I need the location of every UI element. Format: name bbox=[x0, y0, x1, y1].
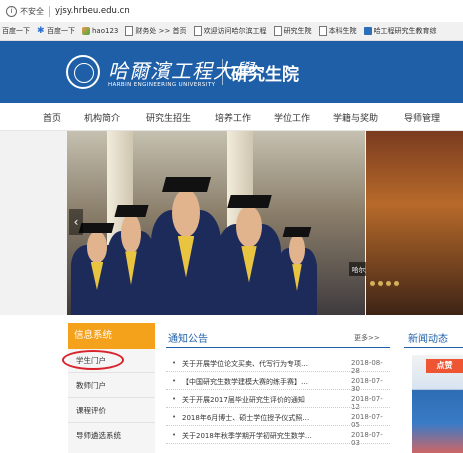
notice-row[interactable]: • 关于开展2017届毕业研究生评价的通知 2018-07-12 bbox=[166, 391, 390, 411]
address-bar[interactable]: i 不安全 yjsy.hrbeu.edu.cn bbox=[0, 0, 463, 23]
page-icon bbox=[125, 26, 134, 36]
divider bbox=[49, 5, 50, 17]
bullet: • bbox=[172, 359, 177, 367]
school-name: 研究生院 bbox=[231, 65, 299, 85]
site-header: 哈爾濱工程大學 HARBIN ENGINEERING UNIVERSITY 研究… bbox=[0, 41, 463, 103]
graduate-figure bbox=[277, 219, 317, 315]
supervisor-selection-link[interactable]: 导师遴选系统 bbox=[76, 430, 121, 441]
highlight-circle bbox=[62, 350, 124, 370]
bookmark-label: 本科生院 bbox=[328, 27, 357, 35]
divider bbox=[222, 59, 223, 85]
notice-title[interactable]: 关于2018年秋季学期开学初研究生数学… bbox=[182, 431, 340, 441]
bullet: • bbox=[172, 395, 177, 403]
hao123-icon bbox=[82, 27, 90, 35]
course-evaluation-link[interactable]: 课程评价 bbox=[76, 405, 106, 416]
url-text[interactable]: yjsy.hrbeu.edu.cn bbox=[55, 6, 130, 16]
nav-item-training[interactable]: 培养工作 bbox=[215, 111, 251, 124]
bookmark-heu-edu[interactable]: 哈工程研究生教育综 bbox=[363, 26, 437, 36]
page-icon bbox=[318, 26, 327, 36]
bookmark-label: 研究生院 bbox=[283, 27, 312, 35]
news-image-badge: 点赞 bbox=[426, 359, 463, 373]
info-icon[interactable]: i bbox=[6, 5, 17, 17]
university-emblem-icon bbox=[66, 55, 100, 89]
divider bbox=[68, 397, 155, 398]
bookmark-label: 百度一下 bbox=[2, 27, 30, 35]
nav-item-status-awards[interactable]: 学籍与奖助 bbox=[333, 111, 378, 124]
graduate-figure bbox=[107, 195, 155, 315]
baidu-paw-icon: ✱ bbox=[37, 26, 45, 36]
heu-icon bbox=[363, 27, 372, 35]
bookmark-graduate[interactable]: 研究生院 bbox=[273, 26, 312, 36]
notice-row[interactable]: • 关于开展学位论文买卖、代写行为专项… 2018-08-28 bbox=[166, 355, 390, 375]
bookmark-hao123[interactable]: hao123 bbox=[82, 27, 118, 35]
divider bbox=[68, 422, 155, 423]
bookmark-label: 哈工程研究生教育综 bbox=[373, 27, 437, 35]
bookmark-baidu-search[interactable]: 百度一下 bbox=[2, 26, 30, 36]
info-system-title: 信息系统 bbox=[68, 323, 155, 349]
notice-row[interactable]: • 2018年6月博士、硕士学位授予仪式照… 2018-07-05 bbox=[166, 409, 390, 429]
carousel-dots[interactable] bbox=[370, 281, 402, 286]
bullet: • bbox=[172, 377, 177, 385]
news-section-title: 新闻动态 bbox=[408, 334, 448, 345]
divider bbox=[404, 347, 463, 348]
bookmark-label: 欢迎访问哈尔滨工程 bbox=[203, 27, 267, 35]
bookmark-label: hao123 bbox=[92, 27, 119, 35]
university-name-en: HARBIN ENGINEERING UNIVERSITY bbox=[108, 82, 216, 88]
nav-item-admissions[interactable]: 研究生招生 bbox=[146, 111, 191, 124]
nav-item-degree[interactable]: 学位工作 bbox=[274, 111, 310, 124]
bookmark-label: 百度一下 bbox=[47, 27, 75, 35]
security-label: 不安全 bbox=[20, 6, 44, 16]
notice-title[interactable]: 【中国研究生数学建模大赛的练手赛】… bbox=[182, 377, 340, 387]
bookmark-finance[interactable]: 财务处 >> 首页 bbox=[125, 26, 187, 36]
nav-item-home[interactable]: 首页 bbox=[43, 111, 61, 124]
notice-date: 2018-07-03 bbox=[351, 431, 383, 447]
page-icon bbox=[273, 26, 282, 36]
banner-carousel[interactable]: ‹ 哈尔滨工程大学研究生院 bbox=[0, 131, 463, 315]
bookmark-welcome[interactable]: 欢迎访问哈尔滨工程 bbox=[193, 26, 267, 36]
divider bbox=[68, 372, 155, 373]
bullet: • bbox=[172, 413, 177, 421]
graduation-photo bbox=[67, 131, 365, 315]
news-image[interactable]: 点赞 bbox=[412, 355, 463, 453]
graduate-figure bbox=[217, 185, 281, 315]
page-icon bbox=[193, 26, 202, 36]
graduate-figure bbox=[151, 165, 221, 315]
notice-title[interactable]: 2018年6月博士、硕士学位授予仪式照… bbox=[182, 413, 340, 423]
bullet: • bbox=[172, 431, 177, 439]
notice-section-title: 通知公告 bbox=[168, 334, 208, 345]
divider bbox=[166, 347, 390, 348]
carousel-prev-button[interactable]: ‹ bbox=[69, 209, 83, 235]
notice-title[interactable]: 关于开展2017届毕业研究生评价的通知 bbox=[182, 395, 340, 405]
main-nav: 首页 机构简介 研究生招生 培养工作 学位工作 学籍与奖助 导师管理 bbox=[0, 103, 463, 131]
nav-item-about[interactable]: 机构简介 bbox=[84, 111, 120, 124]
notice-row[interactable]: • 【中国研究生数学建模大赛的练手赛】… 2018-07-30 bbox=[166, 373, 390, 393]
bookmark-undergrad[interactable]: 本科生院 bbox=[318, 26, 357, 36]
notice-title[interactable]: 关于开展学位论文买卖、代写行为专项… bbox=[182, 359, 340, 369]
bookmark-label: 财务处 >> 首页 bbox=[135, 27, 187, 35]
more-link[interactable]: 更多>> bbox=[354, 333, 380, 343]
ceremony-photo bbox=[366, 131, 463, 315]
nav-item-supervisor[interactable]: 导师管理 bbox=[404, 111, 440, 124]
bookmark-baidu[interactable]: ✱ 百度一下 bbox=[37, 26, 75, 36]
teacher-portal-link[interactable]: 教师门户 bbox=[76, 380, 106, 391]
notice-row[interactable]: • 关于2018年秋季学期开学初研究生数学… 2018-07-03 bbox=[166, 427, 390, 447]
bookmarks-bar: 百度一下 ✱ 百度一下 hao123 财务处 >> 首页 欢迎访问哈尔滨工程 研… bbox=[0, 22, 463, 41]
